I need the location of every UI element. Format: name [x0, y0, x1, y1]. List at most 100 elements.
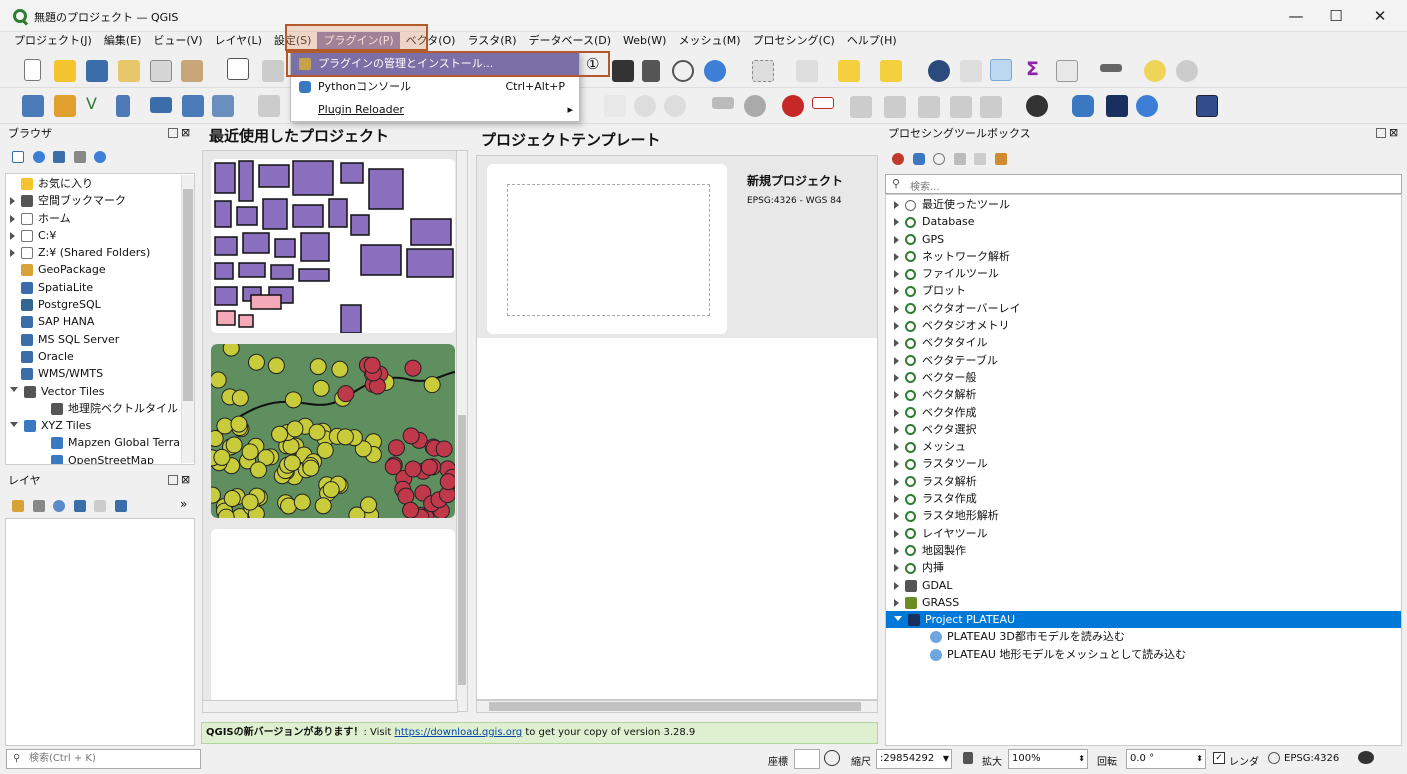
menu-0[interactable]: プロジェクト(J) [8, 32, 98, 50]
messages-icon[interactable] [1358, 751, 1374, 764]
show-bookmarks-icon[interactable] [642, 60, 660, 82]
deselect-icon[interactable] [838, 60, 860, 82]
processing-search-input[interactable]: ⚲ 検索... [885, 174, 1402, 194]
panel-close-icon[interactable]: ⊠ [181, 473, 190, 486]
processing-provider[interactable]: ベクタ選択 [886, 421, 1401, 438]
processing-provider[interactable]: Database [886, 213, 1401, 230]
label-move-icon[interactable] [850, 96, 872, 118]
recent-hscrollbar[interactable] [202, 700, 458, 713]
expand-arrow-icon[interactable] [894, 460, 899, 469]
more-tools-button[interactable]: » [180, 497, 187, 511]
models-icon[interactable] [892, 153, 904, 165]
expand-arrow-icon[interactable] [894, 546, 899, 555]
processing-provider[interactable]: プロット [886, 282, 1401, 299]
add-group-icon[interactable] [32, 500, 45, 512]
rotation-spinbox[interactable]: 0.0 ° ⬍ [1126, 749, 1206, 769]
identify-icon[interactable] [928, 60, 950, 82]
expand-arrow-icon[interactable] [894, 339, 899, 348]
float-icon[interactable] [168, 475, 178, 485]
browser-item[interactable]: OpenStreetMap [6, 452, 194, 464]
add-layer-icon[interactable] [150, 97, 172, 113]
browser-item[interactable]: Z:¥ (Shared Folders) [6, 244, 194, 261]
browser-item[interactable]: SpatiaLite [6, 279, 194, 296]
edit-features-icon[interactable] [974, 153, 986, 165]
browser-item[interactable]: Vector Tiles [6, 383, 194, 400]
processing-toolbox-icon[interactable] [990, 59, 1012, 81]
label-abc-icon[interactable] [812, 97, 834, 109]
expand-arrow-icon[interactable] [894, 356, 899, 365]
select-by-value-icon[interactable] [796, 60, 818, 82]
expand-arrow-icon[interactable] [894, 564, 899, 573]
processing-provider[interactable]: レイヤツール [886, 525, 1401, 542]
processing-provider[interactable]: 最近使ったツール [886, 196, 1401, 213]
browser-item[interactable]: Oracle [6, 348, 194, 365]
style-icon[interactable] [12, 500, 24, 512]
processing-algorithm[interactable]: PLATEAU 地形モデルをメッシュとして読み込む [886, 646, 1401, 663]
browser-item[interactable]: 地理院ベクトルタイル [6, 400, 194, 417]
render-checkbox[interactable]: ✓ [1213, 752, 1225, 764]
expand-arrow-icon[interactable] [894, 512, 899, 521]
recent-project-thumbnail[interactable] [211, 344, 455, 518]
results-icon[interactable] [953, 153, 966, 165]
expand-arrow-icon[interactable] [894, 581, 899, 590]
expression-filter-icon[interactable] [94, 500, 106, 512]
browser-item[interactable]: ホーム [6, 210, 194, 227]
label-rotate-icon[interactable] [884, 96, 906, 118]
browser-item[interactable]: お気に入り [6, 175, 194, 192]
recent-vscrollbar[interactable] [456, 150, 468, 712]
save-project-icon[interactable] [86, 60, 108, 82]
processing-provider[interactable]: GRASS [886, 594, 1401, 611]
collapse-icon[interactable] [73, 151, 86, 163]
plateau-plugin-icon[interactable] [1106, 95, 1128, 117]
recent-project-thumbnail-empty[interactable] [211, 529, 455, 703]
menu-11[interactable]: プロセシング(C) [747, 32, 841, 50]
browser-item[interactable]: SAP HANA [6, 313, 194, 330]
menu-8[interactable]: データベース(D) [523, 32, 618, 50]
processing-provider[interactable]: メッシュ [886, 438, 1401, 455]
new-project-icon[interactable] [24, 59, 41, 81]
save-as-icon[interactable] [118, 60, 140, 82]
expand-arrow-icon[interactable] [10, 214, 15, 223]
expand-arrow-icon[interactable] [10, 249, 15, 258]
expand-arrow-icon[interactable] [894, 304, 899, 313]
add-raster-icon[interactable] [182, 95, 204, 117]
expand-arrow-icon[interactable] [894, 425, 899, 434]
menu-1[interactable]: 編集(E) [98, 32, 148, 50]
expand-arrow-icon[interactable] [894, 287, 899, 296]
menu-7[interactable]: ラスタ(R) [461, 32, 522, 50]
annotation-icon[interactable] [1144, 60, 1166, 82]
expand-arrow-icon[interactable] [894, 495, 899, 504]
refresh-icon[interactable] [704, 60, 726, 82]
locator-search-input[interactable]: ⚲ 検索(Ctrl + K) [6, 749, 201, 769]
expand-arrow-icon[interactable] [894, 443, 899, 452]
scroll-thumb[interactable] [458, 415, 466, 685]
plugin-reloader-icon[interactable] [1136, 95, 1158, 117]
processing-provider[interactable]: Project PLATEAU [886, 611, 1401, 629]
coord-toggle-icon[interactable] [824, 750, 840, 766]
add-wms-icon[interactable] [212, 95, 234, 117]
processing-provider[interactable]: ラスタツール [886, 455, 1401, 472]
locator-icon[interactable] [1176, 60, 1198, 82]
expand-arrow-icon[interactable] [894, 598, 899, 607]
expand-arrow-icon[interactable] [10, 231, 15, 240]
processing-provider[interactable]: 内挿 [886, 559, 1401, 576]
info-icon[interactable] [94, 151, 106, 163]
new-geopackage-icon[interactable] [54, 95, 76, 117]
expand-arrow-icon[interactable] [894, 408, 899, 417]
processing-algorithm[interactable]: PLATEAU 3D都市モデルを読み込む [886, 628, 1401, 645]
lock-icon[interactable] [963, 752, 973, 764]
layers-tree[interactable] [5, 518, 195, 746]
processing-provider[interactable]: ベクタジオメトリ [886, 317, 1401, 334]
processing-provider[interactable]: ファイルツール [886, 265, 1401, 282]
processing-provider[interactable]: GPS [886, 231, 1401, 248]
browser-scrollbar[interactable] [181, 175, 194, 463]
processing-provider[interactable]: ラスタ解析 [886, 473, 1401, 490]
expand-arrow-icon[interactable] [894, 235, 899, 244]
select-location-icon[interactable] [880, 60, 902, 82]
scroll-thumb[interactable] [489, 702, 861, 711]
expand-arrow-icon[interactable] [894, 201, 899, 209]
pan-hand-icon[interactable] [227, 58, 249, 80]
label-show-icon[interactable] [950, 96, 972, 118]
processing-provider[interactable]: ラスタ作成 [886, 490, 1401, 507]
expand-arrow-icon[interactable] [894, 252, 899, 261]
